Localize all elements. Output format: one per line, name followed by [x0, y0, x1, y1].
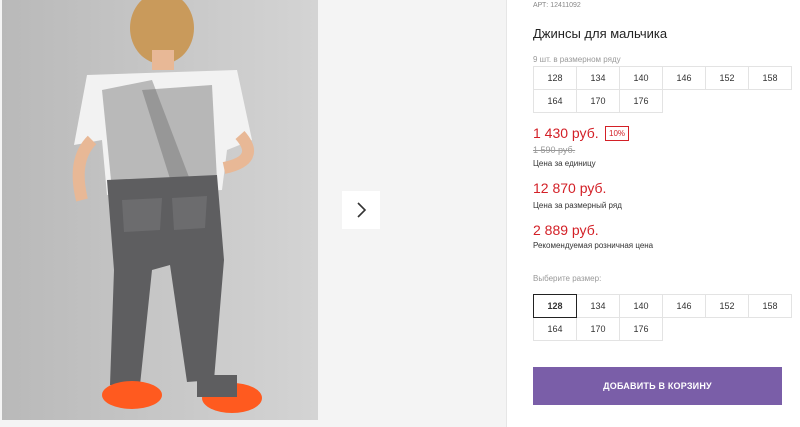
product-photo[interactable] — [2, 0, 318, 420]
size-option[interactable]: 170 — [576, 317, 620, 341]
size-option[interactable]: 146 — [662, 294, 706, 318]
size-option-selected[interactable]: 128 — [533, 294, 577, 318]
size-row-cell: 128 — [533, 66, 577, 90]
size-option[interactable]: 164 — [533, 317, 577, 341]
old-price: 1 590 руб. — [533, 145, 576, 155]
size-row-cell: 158 — [748, 66, 792, 90]
size-select-label: Выберите размер: — [533, 274, 602, 283]
size-option[interactable]: 152 — [705, 294, 749, 318]
size-option[interactable]: 158 — [748, 294, 792, 318]
size-row-cell: 164 — [533, 89, 577, 113]
size-option[interactable]: 176 — [619, 317, 663, 341]
unit-price: 1 430 руб. — [533, 125, 599, 141]
size-option[interactable]: 140 — [619, 294, 663, 318]
product-sku: АРТ: 12411092 — [533, 2, 581, 9]
size-row-cell: 170 — [576, 89, 620, 113]
product-gallery — [0, 0, 506, 427]
gallery-next-button[interactable] — [342, 191, 380, 229]
discount-badge: 10% — [605, 126, 630, 141]
panel-divider — [506, 0, 507, 427]
size-row-cell: 146 — [662, 66, 706, 90]
product-title: Джинсы для мальчика — [533, 26, 668, 41]
size-option[interactable]: 134 — [576, 294, 620, 318]
retail-price-caption: Рекомендуемая розничная цена — [533, 241, 654, 250]
size-row-cell: 134 — [576, 66, 620, 90]
add-to-cart-button[interactable]: ДОБАВИТЬ В КОРЗИНУ — [533, 367, 782, 405]
size-row-cell: 140 — [619, 66, 663, 90]
chevron-right-icon — [357, 202, 367, 218]
retail-price: 2 889 руб. — [533, 222, 599, 238]
size-row-cell: 176 — [619, 89, 663, 113]
unit-price-caption: Цена за единицу — [533, 159, 596, 168]
size-row-label: 9 шт. в размерном ряду — [533, 55, 621, 64]
size-row-grid: 128 134 140 146 152 158 164 170 176 — [533, 66, 792, 113]
product-photo-illustration — [2, 0, 318, 420]
row-price-caption: Цена за размерный ряд — [533, 201, 622, 210]
row-price: 12 870 руб. — [533, 180, 607, 196]
size-row-cell: 152 — [705, 66, 749, 90]
size-select-grid: 128 134 140 146 152 158 164 170 176 — [533, 294, 792, 341]
